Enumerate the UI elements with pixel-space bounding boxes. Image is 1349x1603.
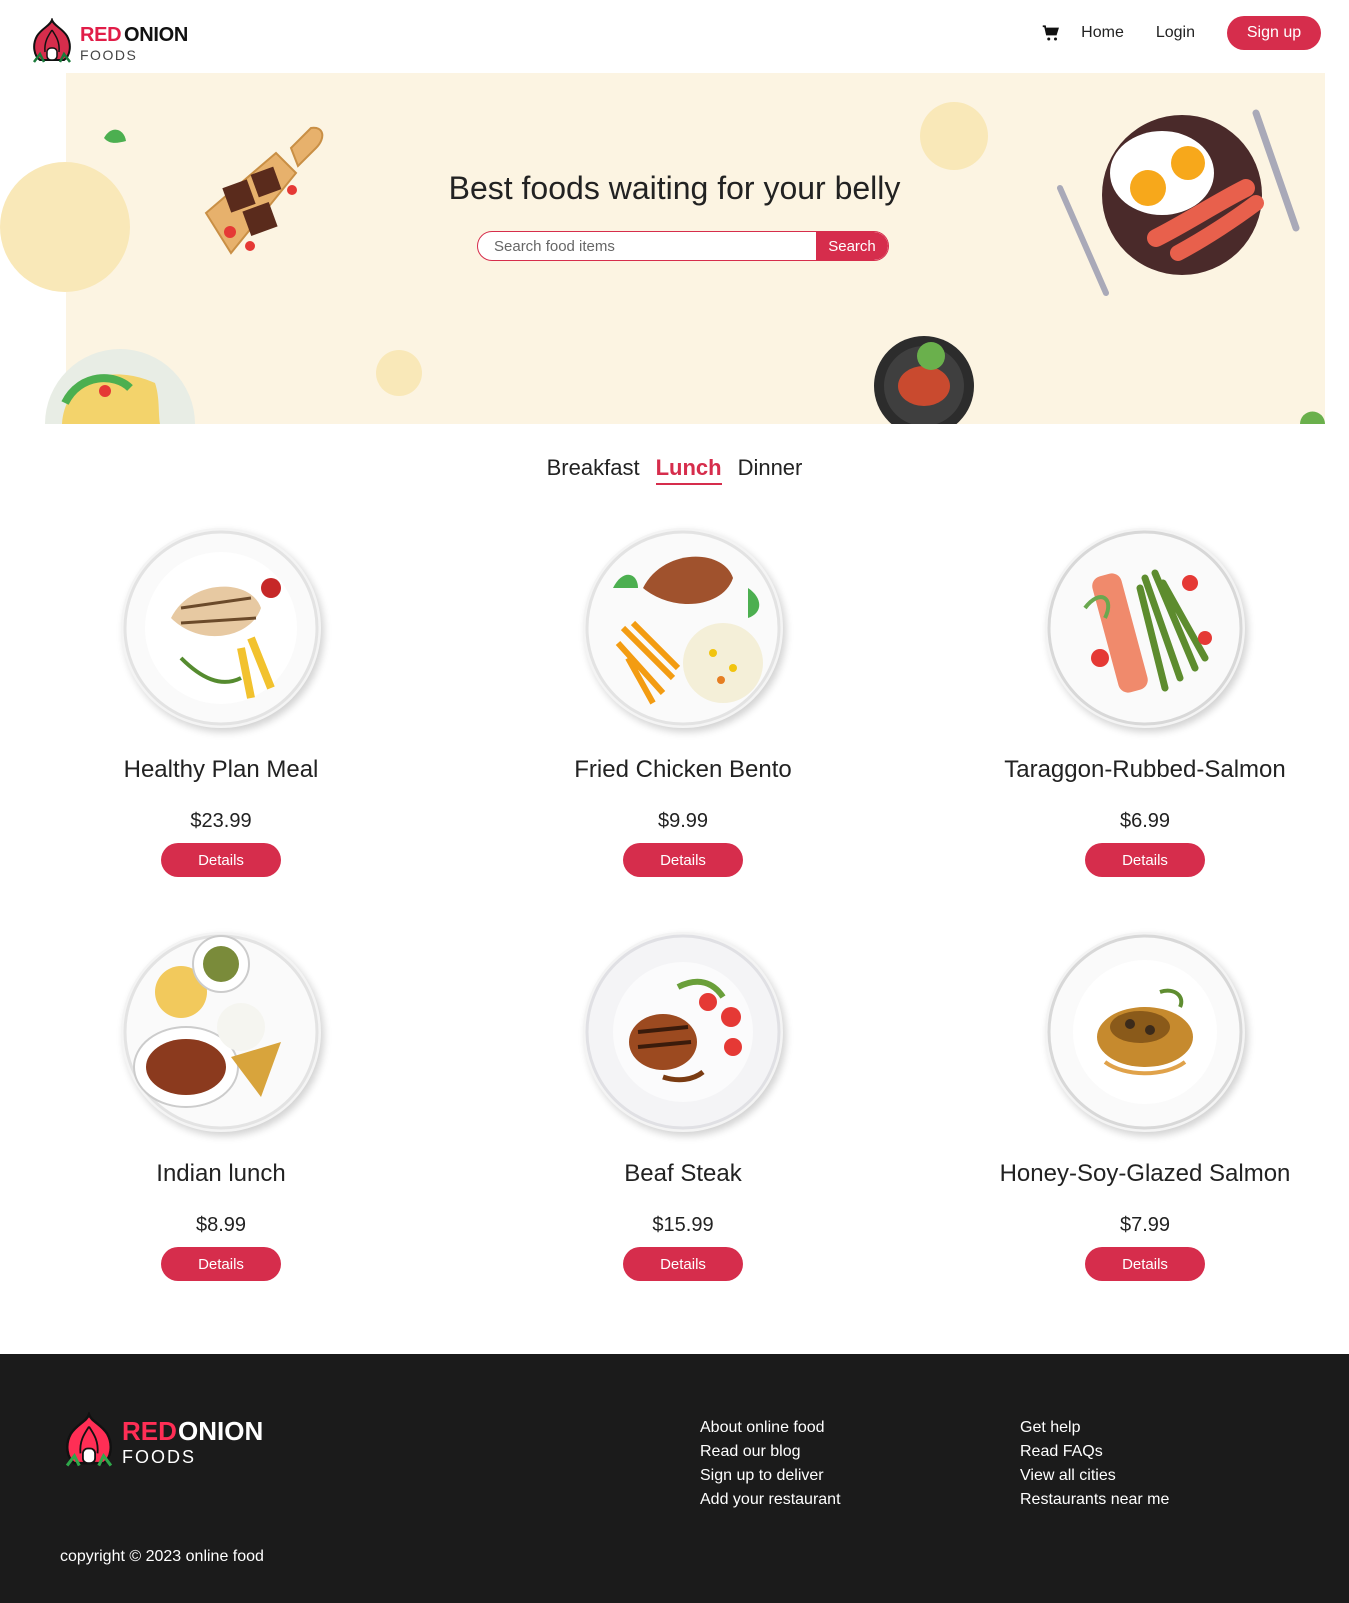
food-name: Honey-Soy-Glazed Salmon	[999, 1160, 1291, 1187]
search-button[interactable]: Search	[816, 232, 888, 260]
food-card: Beaf Steak $15.99 Details	[533, 932, 833, 1281]
footer-link-restaurants-near[interactable]: Restaurants near me	[1020, 1488, 1169, 1512]
food-image[interactable]	[583, 932, 783, 1132]
food-price: $15.99	[652, 1214, 714, 1236]
nav-login-link[interactable]: Login	[1156, 24, 1195, 42]
food-price: $6.99	[1119, 810, 1171, 832]
tab-breakfast[interactable]: Breakfast	[547, 455, 640, 485]
food-image[interactable]	[121, 528, 321, 728]
food-name: Indian lunch	[156, 1160, 286, 1187]
food-card: Honey-Soy-Glazed Salmon $7.99 Details	[995, 932, 1295, 1281]
food-card: Fried Chicken Bento $9.99 Details	[533, 528, 833, 877]
signup-button[interactable]: Sign up	[1227, 16, 1321, 50]
footer-logo-word-onion: ONION	[178, 1416, 264, 1446]
footer-link-signup-deliver[interactable]: Sign up to deliver	[700, 1464, 841, 1488]
food-card: Indian lunch $8.99 Details	[71, 932, 371, 1281]
footer-link-cities[interactable]: View all cities	[1020, 1464, 1169, 1488]
site-header: RED ONION FOODS Home Login Sign up	[0, 0, 1349, 73]
details-button[interactable]: Details	[623, 1247, 743, 1281]
food-card: Taraggon-Rubbed-Salmon $6.99 Details	[995, 528, 1295, 877]
details-button[interactable]: Details	[623, 843, 743, 877]
meal-tabs: Breakfast Lunch Dinner	[0, 455, 1349, 485]
food-image[interactable]	[1045, 528, 1245, 728]
food-price: $23.99	[190, 810, 252, 832]
food-name: Healthy Plan Meal	[123, 756, 319, 783]
food-name: Taraggon-Rubbed-Salmon	[1004, 756, 1286, 783]
search-bar: Search	[477, 231, 889, 261]
food-price: $8.99	[195, 1214, 247, 1236]
brand-logo[interactable]: RED ONION FOODS	[30, 18, 200, 64]
food-name: Fried Chicken Bento	[574, 756, 792, 783]
food-price: $7.99	[1119, 1214, 1171, 1236]
details-button[interactable]: Details	[1085, 1247, 1205, 1281]
footer-links-col-2: Get help Read FAQs View all cities Resta…	[1020, 1416, 1169, 1512]
onion-logo-icon	[65, 1412, 113, 1467]
details-button[interactable]: Details	[161, 1247, 281, 1281]
food-name: Beaf Steak	[624, 1160, 742, 1187]
copyright-text: copyright © 2023 online food	[60, 1548, 264, 1565]
top-nav: Home Login Sign up	[1041, 16, 1321, 50]
footer-logo[interactable]: RED ONION FOODS	[62, 1412, 282, 1468]
footer-logo-word-red: RED	[122, 1416, 177, 1446]
food-image[interactable]	[121, 932, 321, 1132]
onion-logo-icon	[33, 18, 71, 63]
leaf-icon	[104, 129, 126, 143]
food-image[interactable]	[1045, 932, 1245, 1132]
footer-link-help[interactable]: Get help	[1020, 1416, 1169, 1440]
footer-link-add-restaurant[interactable]: Add your restaurant	[700, 1488, 841, 1512]
site-footer: RED ONION FOODS About online food Read o…	[0, 1354, 1349, 1603]
tab-dinner[interactable]: Dinner	[738, 455, 803, 485]
logo-word-red: RED	[80, 24, 122, 46]
details-button[interactable]: Details	[161, 843, 281, 877]
hero-title: Best foods waiting for your belly	[448, 170, 901, 206]
details-button[interactable]: Details	[1085, 843, 1205, 877]
search-input[interactable]	[478, 232, 816, 260]
logo-word-onion: ONION	[124, 24, 189, 46]
footer-links-col-1: About online food Read our blog Sign up …	[700, 1416, 841, 1512]
footer-logo-word-foods: FOODS	[122, 1447, 197, 1467]
food-image[interactable]	[583, 528, 783, 728]
shopping-cart-icon[interactable]	[1041, 23, 1061, 43]
tab-lunch[interactable]: Lunch	[655, 455, 722, 485]
logo-word-foods: FOODS	[80, 47, 138, 63]
footer-link-faqs[interactable]: Read FAQs	[1020, 1440, 1169, 1464]
food-price: $9.99	[657, 810, 709, 832]
footer-link-blog[interactable]: Read our blog	[700, 1440, 841, 1464]
food-card: Healthy Plan Meal $23.99 Details	[71, 528, 371, 877]
footer-link-about[interactable]: About online food	[700, 1416, 841, 1440]
nav-home-link[interactable]: Home	[1081, 24, 1124, 42]
sausage-bowl-icon	[874, 336, 974, 424]
